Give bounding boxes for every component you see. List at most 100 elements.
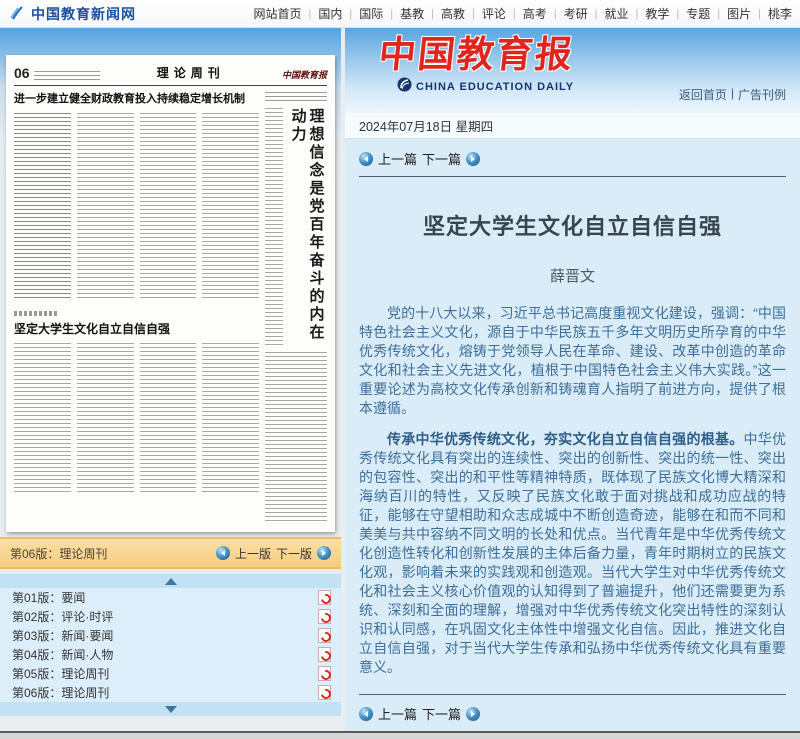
paragraph-lead: 传承中华优秀传统文化，夯实文化自立自信自强的根基。 <box>387 431 743 447</box>
newspaper-article2-columns <box>14 343 259 493</box>
prev-article-button[interactable]: 上一篇 <box>378 704 417 723</box>
article-paragraph: 党的十八大以来，习近平总书记高度重视文化建设，强调：“中国特色社会主义文化，源自… <box>359 304 786 418</box>
paragraph-text: 中华优秀传统文化具有突出的连续性、突出的创新性、突出的统一性、突出的包容性、突出… <box>359 431 786 675</box>
current-edition-label: 第06版：理论周刊 <box>10 545 107 562</box>
nav-item-kaoyan[interactable]: 考研 <box>564 5 588 22</box>
newspaper-page-preview[interactable]: 06 理论周刊 中国教育报 进一步建立健全财政教育投入持续稳定增长机制 <box>6 55 335 532</box>
right-panel: 中国教育报 CHINA EDUCATION DAILY 返回首页 | 广告刊例 … <box>345 28 800 731</box>
edition-item-label: 第02版：评论·时评 <box>12 608 113 625</box>
next-article-button[interactable]: 下一篇 <box>422 149 461 168</box>
newspaper-body: 进一步建立健全财政教育投入持续稳定增长机制 坚定大学生文化自立自信自强 <box>14 92 327 522</box>
article-body: 坚定大学生文化自立自信自强 薛晋文 党的十八大以来，习近平总书记高度重视文化建设… <box>359 177 786 688</box>
pdf-icon[interactable] <box>318 628 331 643</box>
simulated-text-column <box>77 113 134 301</box>
newspaper-headline-1: 进一步建立健全财政教育投入持续稳定增长机制 <box>14 92 259 107</box>
scroll-down-arrow[interactable] <box>0 702 341 716</box>
newspaper-edition-info <box>34 71 100 81</box>
newspaper-main-area: 进一步建立健全财政教育投入持续稳定增长机制 坚定大学生文化自立自信自强 <box>14 92 259 522</box>
next-article-icon[interactable] <box>466 707 480 721</box>
ad-rates-link[interactable]: 广告刊例 <box>738 86 786 103</box>
prev-article-icon[interactable] <box>359 707 373 721</box>
newspaper-right-area: 理想信念是党百年奋斗的内在动力 <box>265 92 327 522</box>
nav-item-jobs[interactable]: 就业 <box>604 5 628 22</box>
article-title: 坚定大学生文化自立自信自强 <box>359 209 786 241</box>
down-triangle-icon <box>165 706 177 713</box>
newspaper-header: 06 理论周刊 中国教育报 <box>14 61 327 81</box>
nav-item-taoli[interactable]: 桃李 <box>768 5 792 22</box>
simulated-text-column <box>202 343 259 493</box>
edition-item-label: 第03版：新闻·要闻 <box>12 627 113 644</box>
pdf-icon[interactable] <box>318 609 331 624</box>
nav-item-special[interactable]: 专题 <box>686 5 710 22</box>
newspaper-vertical-article: 理想信念是党百年奋斗的内在动力 <box>265 108 327 346</box>
prev-article-icon[interactable] <box>359 152 373 166</box>
edition-item[interactable]: 第01版：要闻 <box>0 588 341 607</box>
nav-item-photos[interactable]: 图片 <box>727 5 751 22</box>
edition-item-label: 第04版：新闻·人物 <box>12 646 113 663</box>
newspaper-article2: 坚定大学生文化自立自信自强 <box>14 311 259 493</box>
next-edition-button[interactable]: 下一版 <box>276 545 312 562</box>
edition-item[interactable]: 第05版：理论周刊 <box>0 664 341 683</box>
scroll-up-arrow[interactable] <box>0 574 341 588</box>
back-home-link[interactable]: 返回首页 <box>679 86 727 103</box>
edition-item[interactable]: 第03版：新闻·要闻 <box>0 626 341 645</box>
date-bar: 2024年07月18日 星期四 <box>345 113 800 139</box>
site-top-bar: 中国教育新闻网 网站首页| 国内| 国际| 基教| 高教| 评论| 高考| 考研… <box>0 0 800 28</box>
site-name: 中国教育新闻网 <box>31 4 136 24</box>
main-content: 06 理论周刊 中国教育报 进一步建立健全财政教育投入持续稳定增长机制 <box>0 28 800 731</box>
prev-article-button[interactable]: 上一篇 <box>378 149 417 168</box>
link-separator: | <box>731 86 734 103</box>
pdf-icon[interactable] <box>318 647 331 662</box>
site-logo[interactable]: 中国教育新闻网 <box>10 4 136 24</box>
edition-list: 第01版：要闻 第02版：评论·时评 第03版：新闻·要闻 第04版：新闻·人物… <box>0 574 341 716</box>
nav-item-higher-edu[interactable]: 高教 <box>441 5 465 22</box>
next-article-button[interactable]: 下一篇 <box>422 704 461 723</box>
nav-item-comment[interactable]: 评论 <box>482 5 506 22</box>
pdf-icon[interactable] <box>318 685 331 700</box>
nav-separator: | <box>513 8 516 20</box>
paper-brand-subtitle: CHINA EDUCATION DAILY <box>416 81 574 93</box>
article-paragraph: 传承中华优秀传统文化，夯实文化自立自信自强的根基。中华优秀传统文化具有突出的连续… <box>359 430 786 677</box>
nav-item-international[interactable]: 国际 <box>359 5 383 22</box>
article-divider-bottom <box>359 694 786 695</box>
nav-separator: | <box>309 8 312 20</box>
nav-item-teaching[interactable]: 教学 <box>645 5 669 22</box>
article-text: 党的十八大以来，习近平总书记高度重视文化建设，强调：“中国特色社会主义文化，源自… <box>359 304 786 688</box>
next-article-icon[interactable] <box>466 152 480 166</box>
newspaper-vertical-headline: 理想信念是党百年奋斗的内在动力 <box>289 108 325 346</box>
pdf-icon[interactable] <box>318 666 331 681</box>
pdf-icon[interactable] <box>318 590 331 605</box>
prev-edition-icon[interactable] <box>216 546 230 560</box>
prev-edition-button[interactable]: 上一版 <box>235 545 271 562</box>
nav-separator: | <box>472 8 475 20</box>
article-author: 薛晋文 <box>359 265 786 286</box>
simulated-text-column <box>14 113 71 301</box>
paper-brand[interactable]: 中国教育报 CHINA EDUCATION DAILY <box>379 34 574 97</box>
simulated-text-column <box>14 343 71 493</box>
article-bottom-nav-wrap: 上一篇 下一篇 <box>359 688 786 725</box>
simulated-text-block <box>265 92 327 104</box>
nav-item-domestic[interactable]: 国内 <box>318 5 342 22</box>
up-triangle-icon <box>165 578 177 585</box>
paper-masthead-header: 中国教育报 CHINA EDUCATION DAILY 返回首页 | 广告刊例 <box>345 28 800 113</box>
site-logo-icon <box>10 6 26 22</box>
globe-icon <box>397 77 412 97</box>
edition-item-label: 第06版：理论周刊 <box>12 684 109 701</box>
page-footer-strip <box>0 731 800 739</box>
newspaper-headline-2: 坚定大学生文化自立自信自强 <box>14 320 259 337</box>
nav-separator: | <box>349 8 352 20</box>
edition-item[interactable]: 第06版：理论周刊 <box>0 683 341 702</box>
simulated-text-column <box>265 108 283 346</box>
article-bottom-nav: 上一篇 下一篇 <box>359 702 786 725</box>
nav-item-gaokao[interactable]: 高考 <box>523 5 547 22</box>
nav-separator: | <box>636 8 639 20</box>
edition-item[interactable]: 第04版：新闻·人物 <box>0 645 341 664</box>
newspaper-article1-columns <box>14 113 259 301</box>
nav-item-home[interactable]: 网站首页 <box>253 5 301 22</box>
top-navigation: 网站首页| 国内| 国际| 基教| 高教| 评论| 高考| 考研| 就业| 教学… <box>253 5 792 22</box>
nav-item-basic-edu[interactable]: 基教 <box>400 5 424 22</box>
paper-brand-subtitle-row: CHINA EDUCATION DAILY <box>397 77 574 97</box>
simulated-text-column <box>202 113 259 301</box>
edition-item[interactable]: 第02版：评论·时评 <box>0 607 341 626</box>
next-edition-icon[interactable] <box>317 546 331 560</box>
